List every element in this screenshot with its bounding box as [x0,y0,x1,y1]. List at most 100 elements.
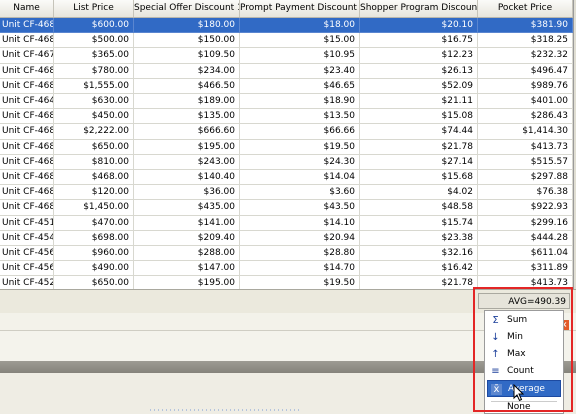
cell-shopper-program[interactable]: $21.78 [360,139,478,155]
cell-shopper-program[interactable]: $32.16 [360,246,478,262]
cell-pocket-price[interactable]: $922.93 [478,200,573,216]
cell-pocket-price[interactable]: $286.43 [478,109,573,125]
cell-shopper-program[interactable]: $16.42 [360,261,478,277]
cell-pocket-price[interactable]: $76.38 [478,185,573,201]
cell-name[interactable]: Unit CF-468! [0,185,54,201]
cell-shopper-program[interactable]: $20.10 [360,18,478,34]
table-row[interactable]: Unit CF-467! $365.00 $109.50 $10.95 $12.23 $2… [0,48,573,64]
table-row[interactable]: Unit CF-468! $468.00 $140.40 $14.04 $15.68 $2… [0,170,573,186]
table-row[interactable]: Unit CF-468! $1,555.00 $466.50 $46.65 $52.09… [0,78,573,94]
cell-shopper-program[interactable]: $21.11 [360,94,478,110]
cell-list-price[interactable]: $650.00 [54,276,134,289]
cell-shopper-program[interactable]: $12.23 [360,48,478,64]
table-row[interactable]: Unit CF-468! $500.00 $150.00 $15.00 $16.75 $3… [0,33,573,49]
cell-special-offer[interactable]: $36.00 [134,185,240,201]
table-row[interactable]: Unit CF-464: $630.00 $189.00 $18.90 $21.11 $4… [0,94,573,110]
cell-name[interactable]: Unit CF-468! [0,200,54,216]
column-header-pocket-price[interactable]: Pocket Price [478,0,573,17]
cell-prompt-payment[interactable]: $20.94 [240,230,360,246]
cell-pocket-price[interactable]: $299.16 [478,215,573,231]
cell-prompt-payment[interactable]: $18.90 [240,94,360,110]
cell-list-price[interactable]: $600.00 [54,18,134,34]
cell-prompt-payment[interactable]: $66.66 [240,124,360,140]
data-grid[interactable]: Name List Price Special Offer Discount 1… [0,0,574,289]
column-header-name[interactable]: Name [0,0,54,17]
menu-item-max[interactable]: ↑ Max [487,346,561,363]
cell-special-offer[interactable]: $180.00 [134,18,240,34]
cell-pocket-price[interactable]: $232.32 [478,48,573,64]
table-row[interactable]: Unit CF-468! $2,222.00 $666.60 $66.66 $74.44… [0,124,573,140]
cell-name[interactable]: Unit CF-467! [0,48,54,64]
cell-name[interactable]: Unit CF-451: [0,215,54,231]
cell-prompt-payment[interactable]: $28.80 [240,246,360,262]
cell-pocket-price[interactable]: $381.90 [478,18,573,34]
cell-prompt-payment[interactable]: $24.30 [240,154,360,170]
cell-name[interactable]: Unit CF-468! [0,78,54,94]
cell-prompt-payment[interactable]: $23.40 [240,63,360,79]
cell-name[interactable]: Unit CF-468! [0,33,54,49]
cell-name[interactable]: Unit CF-468! [0,18,54,34]
cell-name[interactable]: Unit CF-456! [0,246,54,262]
cell-pocket-price[interactable]: $297.88 [478,170,573,186]
cell-prompt-payment[interactable]: $14.70 [240,261,360,277]
aggregate-value-cell[interactable]: AVG=490.39 [478,293,570,309]
cell-shopper-program[interactable]: $16.75 [360,33,478,49]
table-row[interactable]: Unit CF-451: $470.00 $141.00 $14.10 $15.74 $2… [0,215,573,231]
cell-special-offer[interactable]: $234.00 [134,63,240,79]
cell-name[interactable]: Unit CF-468! [0,109,54,125]
cell-shopper-program[interactable]: $26.13 [360,63,478,79]
cell-list-price[interactable]: $630.00 [54,94,134,110]
table-row[interactable]: Unit CF-456! $960.00 $288.00 $28.80 $32.16 $6… [0,246,573,262]
cell-prompt-payment[interactable]: $46.65 [240,78,360,94]
cell-special-offer[interactable]: $466.50 [134,78,240,94]
cell-special-offer[interactable]: $141.00 [134,215,240,231]
cell-list-price[interactable]: $698.00 [54,230,134,246]
table-row[interactable]: Unit CF-468! $650.00 $195.00 $19.50 $21.78 $4… [0,139,573,155]
column-header-shopper-program[interactable]: Shopper Program Discount 3 [360,0,478,17]
cell-list-price[interactable]: $2,222.00 [54,124,134,140]
cell-prompt-payment[interactable]: $10.95 [240,48,360,64]
table-row[interactable]: Unit CF-468! $450.00 $135.00 $13.50 $15.08 $2… [0,109,573,125]
table-row[interactable]: Unit CF-452 $650.00 $195.00 $19.50 $21.78 $41… [0,276,573,289]
cell-shopper-program[interactable]: $15.08 [360,109,478,125]
menu-item-min[interactable]: ↓ Min [487,329,561,346]
cell-prompt-payment[interactable]: $19.50 [240,276,360,289]
cell-name[interactable]: Unit CF-464: [0,94,54,110]
cell-prompt-payment[interactable]: $15.00 [240,33,360,49]
cell-special-offer[interactable]: $209.40 [134,230,240,246]
cell-prompt-payment[interactable]: $3.60 [240,185,360,201]
cell-name[interactable]: Unit CF-456: [0,261,54,277]
cell-shopper-program[interactable]: $52.09 [360,78,478,94]
table-row[interactable]: Unit CF-468! $810.00 $243.00 $24.30 $27.14 $5… [0,154,573,170]
cell-pocket-price[interactable]: $401.00 [478,94,573,110]
cell-special-offer[interactable]: $135.00 [134,109,240,125]
cell-list-price[interactable]: $490.00 [54,261,134,277]
cell-list-price[interactable]: $365.00 [54,48,134,64]
cell-list-price[interactable]: $810.00 [54,154,134,170]
cell-list-price[interactable]: $1,555.00 [54,78,134,94]
cell-name[interactable]: Unit CF-468! [0,154,54,170]
table-row[interactable]: Unit CF-456: $490.00 $147.00 $14.70 $16.42 $3… [0,261,573,277]
menu-item-sum[interactable]: Σ Sum [487,312,561,329]
cell-shopper-program[interactable]: $4.02 [360,185,478,201]
cell-name[interactable]: Unit CF-468! [0,139,54,155]
cell-special-offer[interactable]: $243.00 [134,154,240,170]
cell-pocket-price[interactable]: $515.57 [478,154,573,170]
cell-shopper-program[interactable]: $15.74 [360,215,478,231]
menu-item-count[interactable]: ≡ Count [487,363,561,380]
cell-shopper-program[interactable]: $21.78 [360,276,478,289]
table-row[interactable]: Unit CF-454! $698.00 $209.40 $20.94 $23.38 $4… [0,230,573,246]
table-row[interactable]: Unit CF-468! $780.00 $234.00 $23.40 $26.13 $4… [0,63,573,79]
cell-list-price[interactable]: $450.00 [54,109,134,125]
cell-pocket-price[interactable]: $311.89 [478,261,573,277]
cell-shopper-program[interactable]: $48.58 [360,200,478,216]
cell-shopper-program[interactable]: $27.14 [360,154,478,170]
cell-name[interactable]: Unit CF-468! [0,63,54,79]
cell-prompt-payment[interactable]: $14.04 [240,170,360,186]
cell-special-offer[interactable]: $147.00 [134,261,240,277]
cell-special-offer[interactable]: $109.50 [134,48,240,64]
table-row[interactable]: Unit CF-468! $1,450.00 $435.00 $43.50 $48.58… [0,200,573,216]
cell-shopper-program[interactable]: $23.38 [360,230,478,246]
cell-pocket-price[interactable]: $496.47 [478,63,573,79]
cell-special-offer[interactable]: $435.00 [134,200,240,216]
